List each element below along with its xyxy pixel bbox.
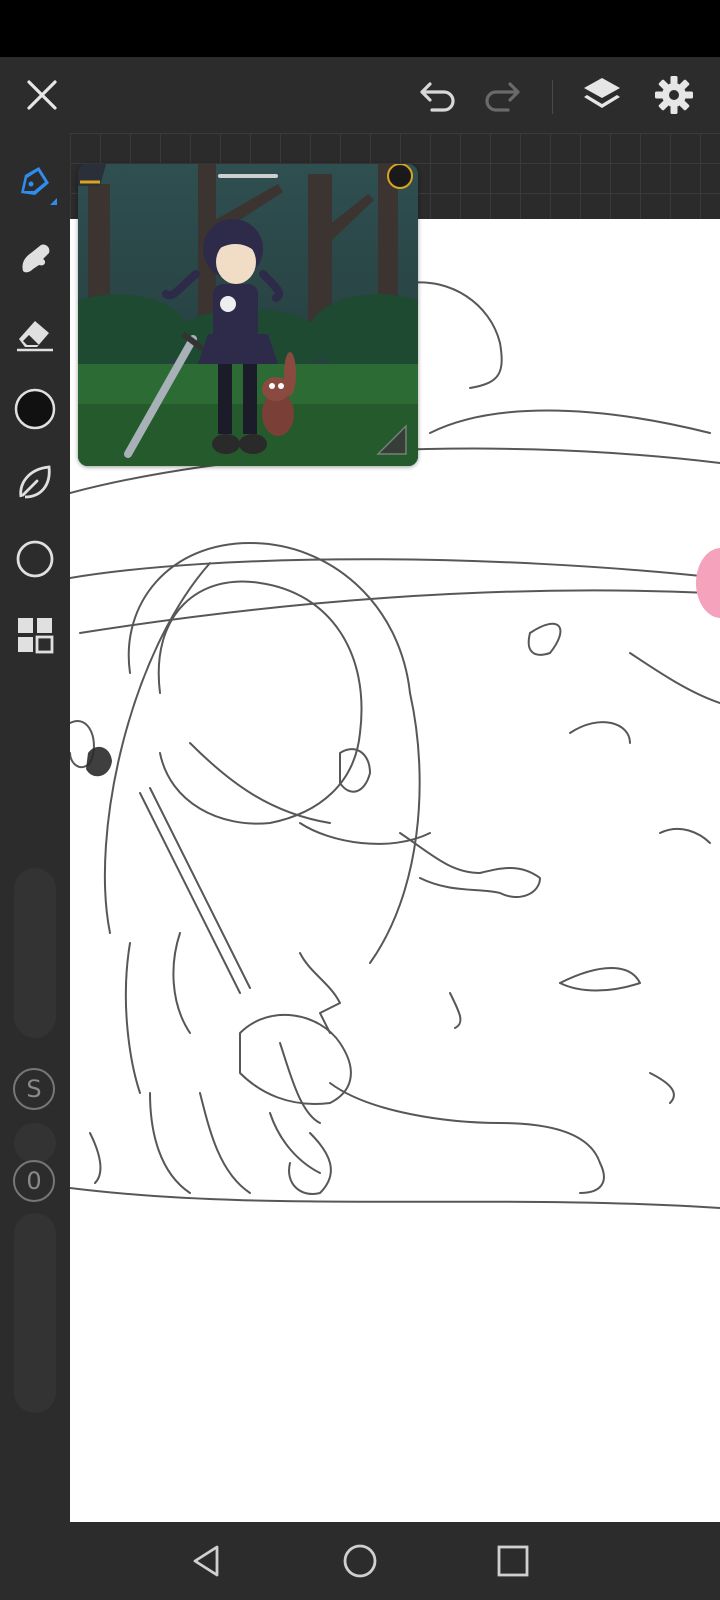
nav-recents-button[interactable] [490, 1538, 536, 1584]
layers-button[interactable] [578, 71, 626, 119]
grid-menu-icon [18, 618, 54, 654]
reference-image-window[interactable] [78, 164, 418, 466]
opacity-slider-top[interactable] [14, 1123, 56, 1163]
undo-button[interactable] [414, 71, 462, 119]
eraser-icon [17, 321, 53, 352]
tool-sidebar: S 0 [0, 133, 70, 1522]
close-button[interactable] [18, 71, 66, 119]
brush-size-slider[interactable] [14, 868, 56, 1038]
pen-icon [21, 167, 49, 195]
nav-home-button[interactable] [337, 1538, 383, 1584]
tool-eraser[interactable] [11, 309, 59, 357]
status-bar [0, 0, 720, 57]
color-swatch-icon [14, 388, 56, 430]
redo-icon [485, 82, 520, 112]
tool-smudge[interactable] [11, 235, 59, 283]
pen-options-indicator [50, 198, 57, 205]
settings-button[interactable] [650, 71, 698, 119]
lasso-icon [19, 465, 51, 499]
gear-icon [655, 76, 693, 114]
back-icon [193, 1545, 219, 1577]
tool-menu[interactable] [11, 611, 59, 659]
system-nav-bar [0, 1522, 720, 1600]
nav-back-button[interactable] [184, 1538, 230, 1584]
tool-color[interactable] [11, 385, 59, 433]
tool-pen[interactable] [11, 159, 59, 207]
brush-size-badge[interactable]: S [13, 1068, 55, 1110]
tool-lasso[interactable] [11, 459, 59, 507]
top-toolbar [0, 57, 720, 133]
undo-icon [420, 82, 455, 112]
toolbar-divider [552, 80, 553, 114]
layers-icon [584, 78, 620, 108]
opacity-slider[interactable] [14, 1213, 56, 1413]
opacity-badge[interactable]: 0 [13, 1160, 55, 1202]
close-icon [27, 80, 57, 110]
home-icon [343, 1544, 377, 1578]
recents-icon [497, 1545, 529, 1577]
smudge-icon [22, 244, 50, 273]
tool-shape[interactable] [11, 535, 59, 583]
shape-circle-icon [16, 540, 54, 578]
reference-drag-handle[interactable] [218, 174, 278, 178]
reference-image [78, 164, 418, 466]
redo-button[interactable] [478, 71, 526, 119]
